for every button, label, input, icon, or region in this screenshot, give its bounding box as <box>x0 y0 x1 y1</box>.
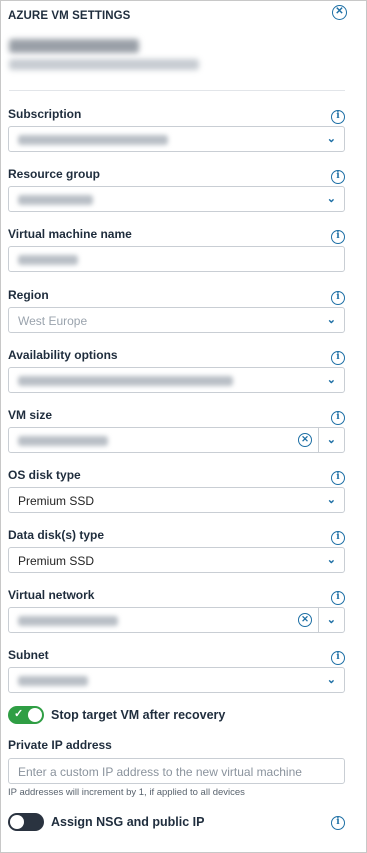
check-icon: ✓ <box>14 708 24 720</box>
vnet-dropdown[interactable]: ✕ ⌄ <box>8 607 345 633</box>
subnet-label: Subnet <box>8 648 49 662</box>
data-disk-label: Data disk(s) type <box>8 528 105 542</box>
redacted-value <box>18 195 93 205</box>
chevron-down-icon[interactable]: ⌄ <box>327 192 336 205</box>
redacted-value <box>18 135 168 145</box>
vnet-label: Virtual network <box>8 588 95 602</box>
chevron-down-icon[interactable]: ⌄ <box>327 553 336 566</box>
vm-name-info-icon[interactable]: i <box>331 230 345 244</box>
os-disk-dropdown[interactable]: Premium SSD ⌄ <box>8 487 345 513</box>
private-ip-placeholder: Enter a custom IP address to the new vir… <box>18 765 302 779</box>
subscription-info-icon[interactable]: i <box>331 110 345 124</box>
redacted-value <box>18 616 118 626</box>
subscription-dropdown[interactable]: ⌄ <box>8 126 345 152</box>
toggle-knob <box>28 708 42 722</box>
nsg-info-icon[interactable]: i <box>331 816 345 830</box>
redacted-value <box>18 436 108 446</box>
private-ip-label: Private IP address <box>8 738 112 752</box>
chevron-down-icon[interactable]: ⌄ <box>327 493 336 506</box>
resource-group-info-icon[interactable]: i <box>331 170 345 184</box>
data-disk-dropdown[interactable]: Premium SSD ⌄ <box>8 547 345 573</box>
redacted-vm-name <box>9 39 139 53</box>
subscription-label: Subscription <box>8 107 82 121</box>
nsg-toggle[interactable] <box>8 813 44 831</box>
subnet-info-icon[interactable]: i <box>331 651 345 665</box>
redacted-vm-details <box>9 59 199 70</box>
os-disk-info-icon[interactable]: i <box>331 471 345 485</box>
redacted-value <box>18 376 233 386</box>
panel-title: AZURE VM SETTINGS <box>8 10 131 22</box>
resource-group-dropdown[interactable]: ⌄ <box>8 186 345 212</box>
close-icon[interactable]: ✕ <box>332 5 347 20</box>
chevron-down-icon[interactable]: ⌄ <box>327 313 336 326</box>
os-disk-label: OS disk type <box>8 468 81 482</box>
clear-icon[interactable]: ✕ <box>298 433 312 447</box>
vm-size-info-icon[interactable]: i <box>331 411 345 425</box>
os-disk-value: Premium SSD <box>18 494 95 508</box>
private-ip-hint: IP addresses will increment by 1, if app… <box>8 787 245 798</box>
clear-icon[interactable]: ✕ <box>298 613 312 627</box>
chevron-down-icon[interactable]: ⌄ <box>327 673 336 686</box>
vm-size-dropdown[interactable]: ✕ ⌄ <box>8 427 345 453</box>
divider <box>318 428 319 452</box>
azure-vm-settings-panel: AZURE VM SETTINGS ✕ Subscription i ⌄ Res… <box>0 0 367 853</box>
chevron-down-icon[interactable]: ⌄ <box>327 132 336 145</box>
chevron-down-icon[interactable]: ⌄ <box>327 613 336 626</box>
vm-size-label: VM size <box>8 408 53 422</box>
availability-info-icon[interactable]: i <box>331 351 345 365</box>
subnet-dropdown[interactable]: ⌄ <box>8 667 345 693</box>
availability-dropdown[interactable]: ⌄ <box>8 367 345 393</box>
data-disk-info-icon[interactable]: i <box>331 531 345 545</box>
stop-vm-label: Stop target VM after recovery <box>51 708 226 722</box>
private-ip-input[interactable]: Enter a custom IP address to the new vir… <box>8 758 345 784</box>
vm-name-label: Virtual machine name <box>8 227 132 241</box>
nsg-label: Assign NSG and public IP <box>51 815 205 829</box>
redacted-value <box>18 255 78 265</box>
resource-group-label: Resource group <box>8 167 101 181</box>
header-divider <box>9 90 345 91</box>
region-dropdown[interactable]: West Europe ⌄ <box>8 307 345 333</box>
toggle-knob <box>10 815 24 829</box>
region-info-icon[interactable]: i <box>331 291 345 305</box>
vnet-info-icon[interactable]: i <box>331 591 345 605</box>
chevron-down-icon[interactable]: ⌄ <box>327 433 336 446</box>
region-label: Region <box>8 288 49 302</box>
vm-name-input[interactable] <box>8 246 345 272</box>
data-disk-value: Premium SSD <box>18 554 95 568</box>
stop-vm-toggle[interactable]: ✓ <box>8 706 44 724</box>
chevron-down-icon[interactable]: ⌄ <box>327 373 336 386</box>
divider <box>318 608 319 632</box>
redacted-value <box>18 676 88 686</box>
region-value: West Europe <box>18 314 88 328</box>
availability-label: Availability options <box>8 348 118 362</box>
